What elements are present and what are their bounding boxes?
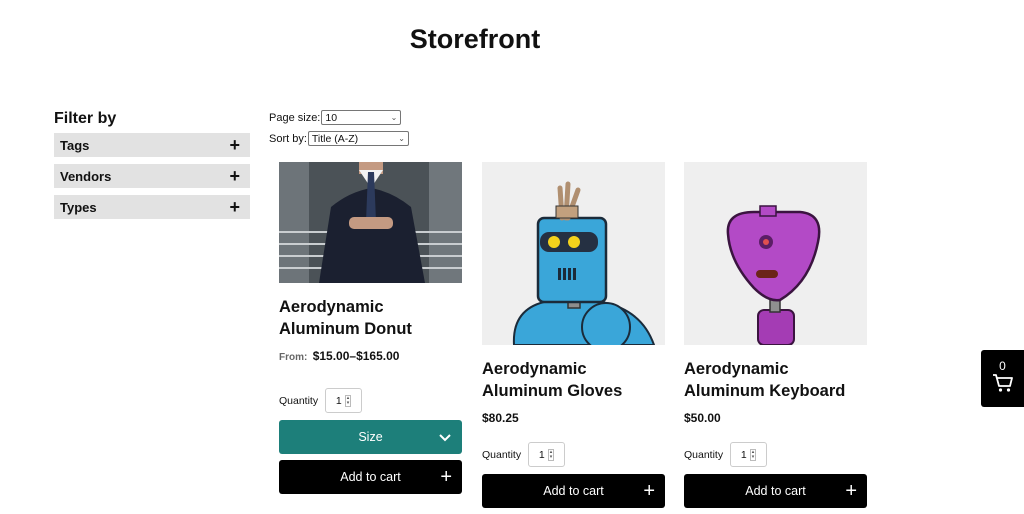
price-value: $50.00 — [684, 411, 721, 425]
product-name[interactable]: Aerodynamic Aluminum Donut — [279, 296, 462, 340]
add-to-cart-button[interactable]: Add to cart + — [279, 460, 462, 494]
filter-tags-label: Tags — [60, 137, 90, 153]
quantity-row: Quantity 1 ▴ ▾ — [684, 442, 867, 467]
add-to-cart-button[interactable]: Add to cart + — [482, 474, 665, 508]
product-price: $50.00 — [684, 411, 867, 425]
price-value: $80.25 — [482, 411, 519, 425]
add-to-cart-label: Add to cart — [745, 484, 806, 498]
add-to-cart-label: Add to cart — [340, 470, 401, 484]
product-card: Aerodynamic Aluminum Donut From: $15.00–… — [279, 162, 462, 494]
plus-icon: + — [440, 466, 452, 488]
cart-button[interactable]: 0 — [981, 350, 1024, 407]
sort-value: Title (A-Z) — [311, 132, 359, 145]
filter-types[interactable]: Types + — [54, 195, 250, 219]
spinner-icon[interactable]: ▴ ▾ — [749, 448, 757, 461]
product-name[interactable]: Aerodynamic Aluminum Keyboard — [684, 358, 867, 402]
price-value: $15.00–$165.00 — [312, 349, 400, 363]
spinner-icon[interactable]: ▴ ▾ — [547, 448, 555, 461]
plus-icon: + — [229, 135, 240, 155]
page-size-control: Page size: 10 ⌄ — [269, 110, 402, 125]
quantity-stepper[interactable]: 1 ▴ ▾ — [730, 442, 768, 467]
quantity-value: 1 — [538, 448, 545, 461]
size-label: Size — [358, 430, 383, 444]
quantity-label: Quantity — [684, 448, 724, 461]
plus-icon: + — [229, 166, 240, 186]
page-title: Storefront — [409, 24, 541, 54]
filter-vendors[interactable]: Vendors + — [54, 164, 250, 188]
product-card: Aerodynamic Aluminum Gloves $80.25 Quant… — [482, 162, 665, 508]
quantity-label: Quantity — [279, 394, 319, 407]
add-to-cart-label: Add to cart — [543, 484, 604, 498]
product-price: $80.25 — [482, 411, 665, 425]
price-prefix: From: — [279, 352, 308, 363]
sort-control: Sort by: Title (A-Z) ⌄ — [269, 131, 409, 146]
sort-label: Sort by: — [269, 132, 307, 145]
quantity-label: Quantity — [482, 448, 522, 461]
cart-count: 0 — [999, 359, 1006, 373]
product-name[interactable]: Aerodynamic Aluminum Gloves — [482, 358, 665, 402]
chevron-down-icon — [439, 434, 451, 442]
quantity-stepper[interactable]: 1 ▴ ▾ — [528, 442, 566, 467]
quantity-row: Quantity 1 ▴ ▾ — [482, 442, 665, 467]
page-size-select[interactable]: 10 ⌄ — [321, 110, 402, 125]
add-to-cart-button[interactable]: Add to cart + — [684, 474, 867, 508]
quantity-value: 1 — [740, 448, 747, 461]
plus-icon: + — [643, 480, 655, 502]
quantity-value: 1 — [335, 394, 342, 407]
product-card: Aerodynamic Aluminum Keyboard $50.00 Qua… — [684, 162, 867, 508]
page-size-label: Page size: — [269, 111, 321, 124]
chevron-down-icon: ⌄ — [390, 113, 398, 122]
filter-vendors-label: Vendors — [60, 168, 112, 184]
filter-heading: Filter by — [54, 110, 117, 127]
spinner-icon[interactable]: ▴ ▾ — [344, 394, 352, 407]
plus-icon: + — [229, 197, 240, 217]
product-image[interactable] — [279, 162, 462, 283]
plus-icon: + — [845, 480, 857, 502]
page-size-value: 10 — [325, 111, 338, 124]
quantity-stepper[interactable]: 1 ▴ ▾ — [325, 388, 363, 413]
filter-types-label: Types — [60, 199, 97, 215]
cart-icon — [992, 374, 1013, 392]
size-select-button[interactable]: Size — [279, 420, 462, 454]
product-image[interactable] — [684, 162, 867, 345]
product-image[interactable] — [482, 162, 665, 345]
product-price: From: $15.00–$165.00 — [279, 349, 462, 363]
filter-tags[interactable]: Tags + — [54, 133, 250, 157]
quantity-row: Quantity 1 ▴ ▾ — [279, 388, 462, 413]
sort-select[interactable]: Title (A-Z) ⌄ — [307, 131, 409, 146]
chevron-down-icon: ⌄ — [398, 134, 405, 143]
